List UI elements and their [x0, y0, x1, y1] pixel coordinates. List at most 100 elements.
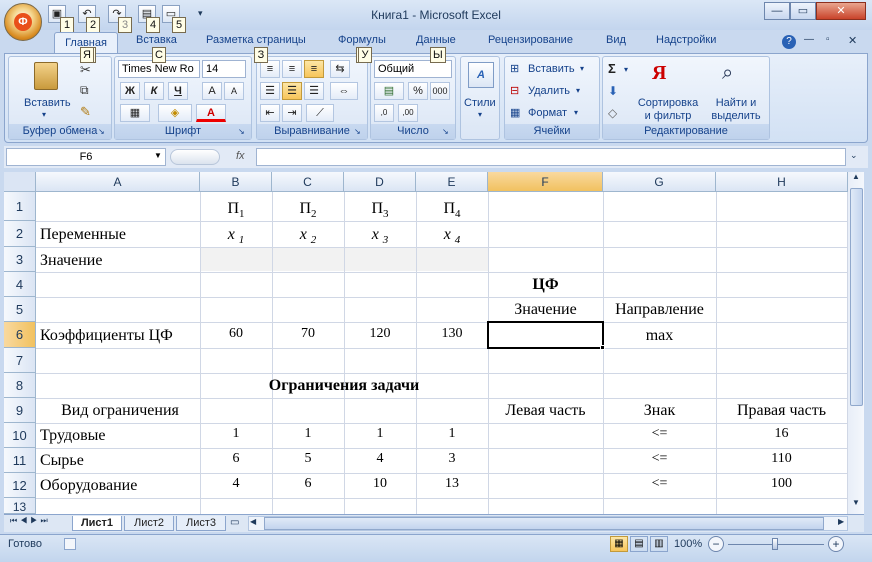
paste-button[interactable]: Вставить	[24, 97, 71, 109]
row-header-2[interactable]: 2	[4, 221, 36, 247]
cell-c1[interactable]: П2	[272, 200, 344, 220]
increase-indent-icon[interactable]: ⇥	[282, 104, 302, 122]
close-icon[interactable]: ✕	[816, 2, 866, 20]
fill-icon[interactable]: ⬇	[608, 84, 618, 98]
sheet-tab-3[interactable]: Лист3	[176, 516, 226, 531]
align-center-icon[interactable]: ☰	[282, 82, 302, 100]
cell-h12[interactable]: 100	[716, 476, 847, 492]
delete-cells-button[interactable]: Удалить	[528, 85, 570, 97]
increase-decimal-icon[interactable]: ,0	[374, 104, 394, 122]
cell-h11[interactable]: 110	[716, 451, 847, 467]
tab-view[interactable]: Вид	[606, 34, 626, 46]
name-box[interactable]: F6	[6, 148, 166, 166]
cell-e12[interactable]: 13	[416, 476, 488, 492]
office-button[interactable]: Ф	[4, 3, 42, 41]
format-painter-icon[interactable]: ✎	[80, 104, 91, 120]
insert-sheet-icon[interactable]: ▭	[230, 517, 239, 528]
alignment-launcher-icon[interactable]: ↘	[354, 127, 361, 136]
scroll-left-icon[interactable]: ◀	[250, 517, 256, 526]
column-header-b[interactable]: B	[200, 172, 272, 192]
zoom-level[interactable]: 100%	[674, 538, 702, 550]
select-all-corner[interactable]	[4, 172, 36, 192]
percent-button[interactable]: %	[408, 82, 428, 100]
cell-e11[interactable]: 3	[416, 451, 488, 467]
row-header-13[interactable]: 13	[4, 498, 36, 514]
insert-cells-button[interactable]: Вставить	[528, 63, 575, 75]
scroll-down-icon[interactable]: ▼	[849, 498, 863, 512]
cell-a6[interactable]: Коэффициенты ЦФ	[40, 327, 173, 345]
paste-icon[interactable]	[34, 62, 58, 90]
cell-f4[interactable]: ЦФ	[488, 276, 603, 294]
fill-color-icon[interactable]: ◈	[158, 104, 192, 122]
wrap-text-icon[interactable]: ⇆	[330, 60, 350, 78]
column-header-d[interactable]: D	[344, 172, 416, 192]
insert-function-button[interactable]: fx	[236, 150, 245, 162]
cell-d2[interactable]: x 3	[344, 226, 416, 246]
cell-c10[interactable]: 1	[272, 426, 344, 442]
copy-icon[interactable]: ⧉	[80, 83, 89, 98]
row-header-10[interactable]: 10	[4, 423, 36, 448]
row-header-1[interactable]: 1	[4, 192, 36, 221]
row-header-8[interactable]: 8	[4, 373, 36, 398]
tab-review[interactable]: Рецензирование	[488, 34, 573, 46]
cell-a9[interactable]: Вид ограничения	[40, 402, 200, 420]
cell-d1[interactable]: П3	[344, 200, 416, 220]
cell-b11[interactable]: 6	[200, 451, 272, 467]
column-header-a[interactable]: A	[36, 172, 200, 192]
styles-button[interactable]: Стили	[464, 97, 496, 109]
cell-h10[interactable]: 16	[716, 426, 847, 442]
cell-c2[interactable]: x 2	[272, 226, 344, 246]
cell-e10[interactable]: 1	[416, 426, 488, 442]
cell-c11[interactable]: 5	[272, 451, 344, 467]
sheet-tab-1[interactable]: Лист1	[72, 516, 122, 531]
maximize-icon[interactable]: ▭	[790, 2, 816, 20]
worksheet-grid[interactable]: A B C D E F G H 1 2 3 4 5 6 7 8 9 10 11 …	[4, 172, 848, 514]
font-color-button[interactable]: A	[196, 104, 226, 122]
cut-icon[interactable]: ✂	[80, 62, 91, 78]
cell-b6[interactable]: 60	[200, 326, 272, 342]
format-cells-icon[interactable]: ▦	[510, 106, 520, 119]
orientation-icon[interactable]: ⟋	[306, 104, 334, 122]
tab-insert[interactable]: Вставка	[136, 34, 177, 46]
clipboard-launcher-icon[interactable]: ↘	[98, 127, 105, 136]
decrease-decimal-icon[interactable]: ,00	[398, 104, 418, 122]
sheet-nav-icon[interactable]: ⏮◀▶⏭	[10, 516, 51, 526]
cell-f5[interactable]: Значение	[488, 301, 603, 319]
find-select-icon[interactable]: ⌕	[722, 62, 733, 85]
autosum-dropdown-icon[interactable]: ▾	[624, 65, 628, 74]
column-header-g[interactable]: G	[603, 172, 716, 192]
cell-b8-merged[interactable]: Ограничения задачи	[200, 377, 488, 395]
normal-view-icon[interactable]: ▦	[610, 536, 628, 552]
cell-c12[interactable]: 6	[272, 476, 344, 492]
clear-icon[interactable]: ◇	[608, 106, 617, 120]
column-header-c[interactable]: C	[272, 172, 344, 192]
row-header-5[interactable]: 5	[4, 297, 36, 322]
paste-dropdown-icon[interactable]: ▾	[42, 110, 46, 119]
number-launcher-icon[interactable]: ↘	[442, 127, 449, 136]
cell-e1[interactable]: П4	[416, 200, 488, 220]
vertical-scroll-thumb[interactable]	[850, 188, 863, 406]
name-box-dropdown-icon[interactable]: ▼	[154, 151, 162, 160]
cell-a10[interactable]: Трудовые	[40, 427, 106, 445]
tab-formulas[interactable]: Формулы	[338, 34, 386, 46]
delete-cells-dropdown-icon[interactable]: ▾	[576, 86, 580, 95]
cell-c6[interactable]: 70	[272, 326, 344, 342]
shrink-font-button[interactable]: A	[224, 82, 244, 100]
cell-d12[interactable]: 10	[344, 476, 416, 492]
cell-b2[interactable]: x 1	[200, 226, 272, 246]
cell-b1[interactable]: П1	[200, 200, 272, 220]
sort-filter-icon[interactable]: Я	[652, 62, 666, 85]
tab-data[interactable]: Данные	[416, 34, 456, 46]
decrease-indent-icon[interactable]: ⇤	[260, 104, 280, 122]
align-right-icon[interactable]: ☰	[304, 82, 324, 100]
minimize-icon[interactable]: —	[764, 2, 790, 20]
column-header-e[interactable]: E	[416, 172, 488, 192]
cell-e2[interactable]: x 4	[416, 226, 488, 246]
cell-e6[interactable]: 130	[416, 326, 488, 342]
scroll-right-icon[interactable]: ▶	[838, 517, 844, 526]
cell-b12[interactable]: 4	[200, 476, 272, 492]
align-middle-icon[interactable]: ≡	[282, 60, 302, 78]
styles-dropdown-icon[interactable]: ▾	[478, 110, 482, 119]
tab-addins[interactable]: Надстройки	[656, 34, 716, 46]
cell-g12[interactable]: <=	[603, 476, 716, 492]
